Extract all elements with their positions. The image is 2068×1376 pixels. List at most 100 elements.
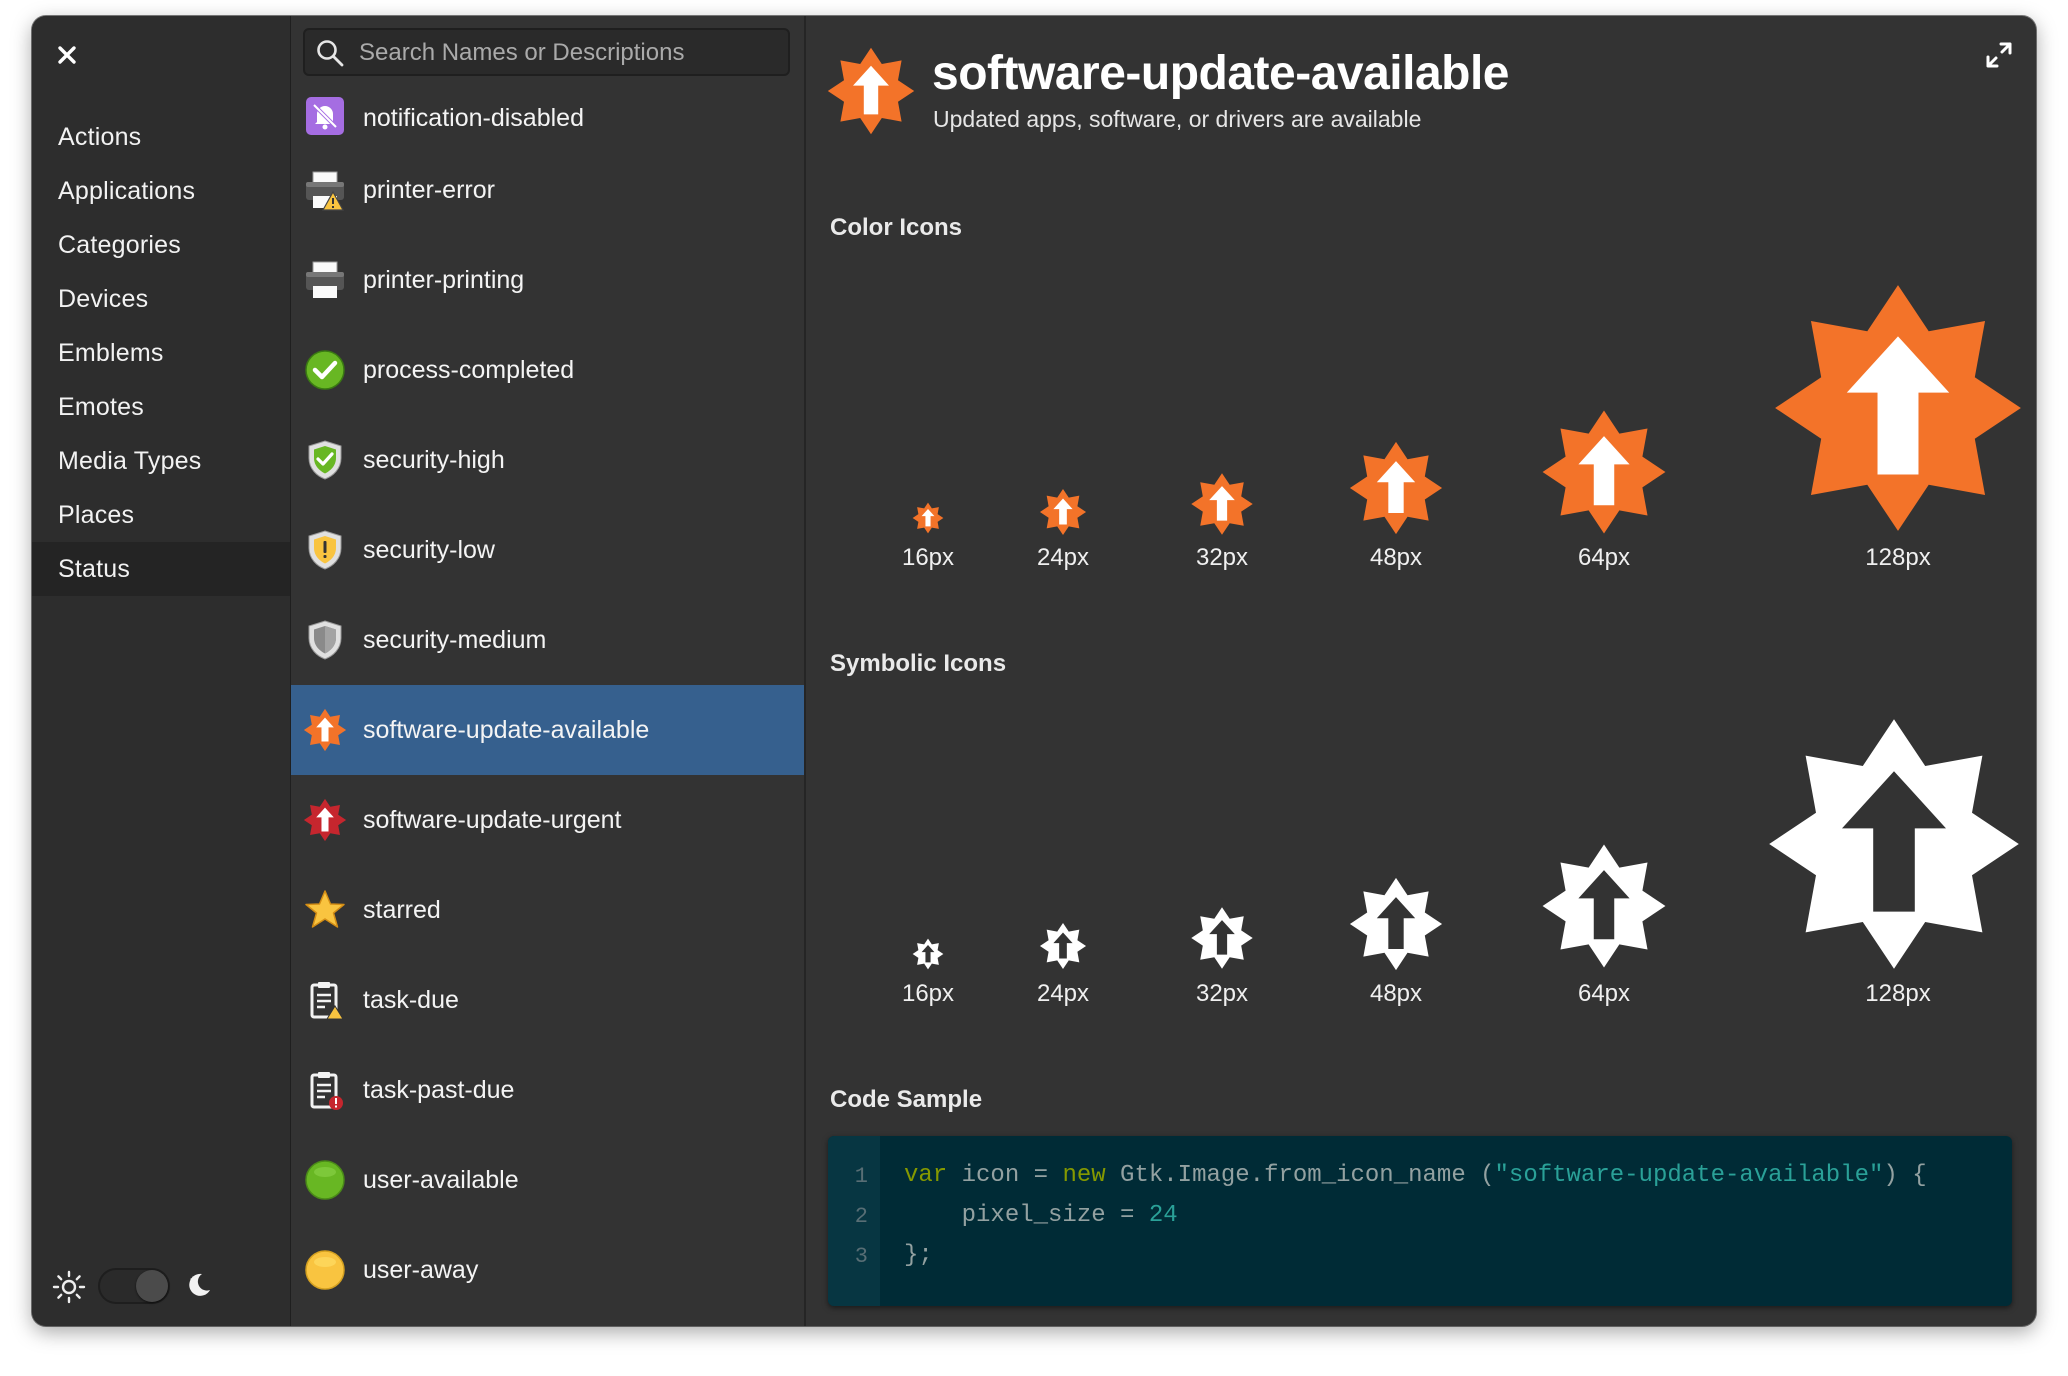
list-item[interactable]: security-low <box>291 505 804 595</box>
icon-list-pane: notification-disabled printer-error <box>291 16 806 1326</box>
sidebar-item-media-types[interactable]: Media Types <box>32 434 290 488</box>
task-due-icon <box>310 982 344 1020</box>
code-line-3: }; <box>904 1242 933 1269</box>
list-item-label: user-away <box>363 1255 479 1284</box>
software-update-available-icon <box>303 708 347 752</box>
code-text: pixel_size = <box>904 1202 1149 1229</box>
list-item[interactable]: process-completed <box>291 325 804 415</box>
security-high-icon <box>308 440 342 480</box>
symbolic-icon-32 <box>1191 907 1253 969</box>
code-line-2: pixel_size = 24 <box>904 1202 1178 1229</box>
code-sample[interactable]: 1 2 3 var icon = new Gtk.Image.from_icon… <box>828 1136 2012 1306</box>
code-string: "software-update-available" <box>1494 1162 1884 1189</box>
list-item-label: user-available <box>363 1165 519 1194</box>
user-available-icon <box>305 1160 345 1200</box>
list-item[interactable]: task-due <box>291 955 804 1045</box>
list-item[interactable]: starred <box>291 865 804 955</box>
list-item[interactable]: notification-disabled <box>291 91 804 145</box>
sidebar-item-actions[interactable]: Actions <box>32 110 290 164</box>
list-item-selected[interactable]: software-update-available <box>291 685 804 775</box>
list-item-label: process-completed <box>363 355 575 384</box>
sidebar-item-emotes[interactable]: Emotes <box>32 380 290 434</box>
code-keyword: new <box>1062 1162 1106 1189</box>
sidebar-item-devices[interactable]: Devices <box>32 272 290 326</box>
sidebar-item-categories[interactable]: Categories <box>32 218 290 272</box>
list-item[interactable]: printer-printing <box>291 235 804 325</box>
close-icon[interactable] <box>54 42 80 68</box>
theme-switcher <box>52 1266 272 1306</box>
list-item[interactable]: task-past-due <box>291 1045 804 1135</box>
dark-mode-toggle[interactable] <box>98 1268 170 1304</box>
list-item[interactable]: user-available <box>291 1135 804 1225</box>
color-icon-16 <box>912 502 944 534</box>
software-update-urgent-icon <box>303 798 347 842</box>
sidebar-item-emblems[interactable]: Emblems <box>32 326 290 380</box>
color-icon-48 <box>1349 441 1443 535</box>
size-label-24: 24px <box>1036 544 1090 571</box>
color-icon-64 <box>1542 410 1666 534</box>
size-label-64: 64px <box>1577 544 1631 571</box>
list-item[interactable]: printer-error <box>291 145 804 235</box>
security-low-icon <box>308 530 342 570</box>
software-update-available-icon <box>827 47 915 135</box>
list-item-label: notification-disabled <box>363 103 584 132</box>
symbolic-icon-64 <box>1542 844 1666 968</box>
search-field[interactable] <box>303 28 790 76</box>
size-label-128: 128px <box>1865 980 1931 1007</box>
size-label-16: 16px <box>901 544 955 571</box>
moon-icon[interactable] <box>184 1270 214 1300</box>
icon-detail-pane: software-update-available Updated apps, … <box>806 16 2036 1326</box>
fullscreen-icon[interactable] <box>1984 40 2014 70</box>
task-past-due-icon <box>310 1072 343 1110</box>
symbolic-icon-24 <box>1039 922 1087 970</box>
size-label-48: 48px <box>1369 980 1423 1007</box>
list-item-label: software-update-urgent <box>363 805 622 834</box>
code-line-1: var icon = new Gtk.Image.from_icon_name … <box>904 1162 1927 1189</box>
sidebar-item-applications[interactable]: Applications <box>32 164 290 218</box>
sun-icon[interactable] <box>52 1270 86 1304</box>
app-window: Actions Applications Categories Devices … <box>32 16 2036 1326</box>
user-away-icon <box>305 1250 345 1290</box>
sidebar-item-status[interactable]: Status <box>32 542 290 596</box>
search-icon <box>317 40 344 67</box>
code-keyword: var <box>904 1162 948 1189</box>
notification-disabled-icon <box>306 97 344 135</box>
list-item[interactable]: security-high <box>291 415 804 505</box>
line-number: 1 <box>854 1164 868 1189</box>
list-item-label: software-update-available <box>363 715 650 744</box>
icon-list: notification-disabled printer-error prin… <box>291 91 804 1315</box>
list-item[interactable]: security-medium <box>291 595 804 685</box>
line-number: 2 <box>854 1204 868 1229</box>
symbolic-icons-heading: Symbolic Icons <box>830 650 1007 677</box>
page-title: software-update-available <box>932 47 1510 100</box>
symbolic-icon-128 <box>1769 719 2019 969</box>
size-label-16: 16px <box>901 980 955 1007</box>
color-icon-24 <box>1039 488 1087 536</box>
printer-error-icon <box>306 171 345 211</box>
code-text: }; <box>904 1242 933 1269</box>
code-text: Gtk.Image.from_icon_name ( <box>1105 1162 1495 1189</box>
symbolic-icon-16 <box>912 938 944 970</box>
list-item-label: security-low <box>363 535 495 564</box>
list-item-label: printer-printing <box>363 265 525 294</box>
size-label-64: 64px <box>1577 980 1631 1007</box>
toggle-knob <box>136 1270 168 1302</box>
code-text: icon = <box>947 1162 1063 1189</box>
color-icon-128 <box>1775 285 2021 531</box>
size-label-32: 32px <box>1195 544 1249 571</box>
printer-printing-icon <box>306 261 344 298</box>
symbolic-icon-48 <box>1349 877 1443 971</box>
list-item-label: task-past-due <box>363 1075 515 1104</box>
search-input[interactable] <box>357 34 781 72</box>
list-item-label: security-medium <box>363 625 547 654</box>
list-item[interactable]: software-update-urgent <box>291 775 804 865</box>
category-sidebar: Actions Applications Categories Devices … <box>32 16 291 1326</box>
code-text: ) { <box>1883 1162 1927 1189</box>
sidebar-item-places[interactable]: Places <box>32 488 290 542</box>
size-label-32: 32px <box>1195 980 1249 1007</box>
color-icon-32 <box>1191 473 1253 535</box>
icon-description: Updated apps, software, or drivers are a… <box>933 106 1422 132</box>
list-item[interactable]: user-away <box>291 1225 804 1315</box>
code-sample-heading: Code Sample <box>830 1086 983 1113</box>
code-number: 24 <box>1148 1202 1178 1229</box>
